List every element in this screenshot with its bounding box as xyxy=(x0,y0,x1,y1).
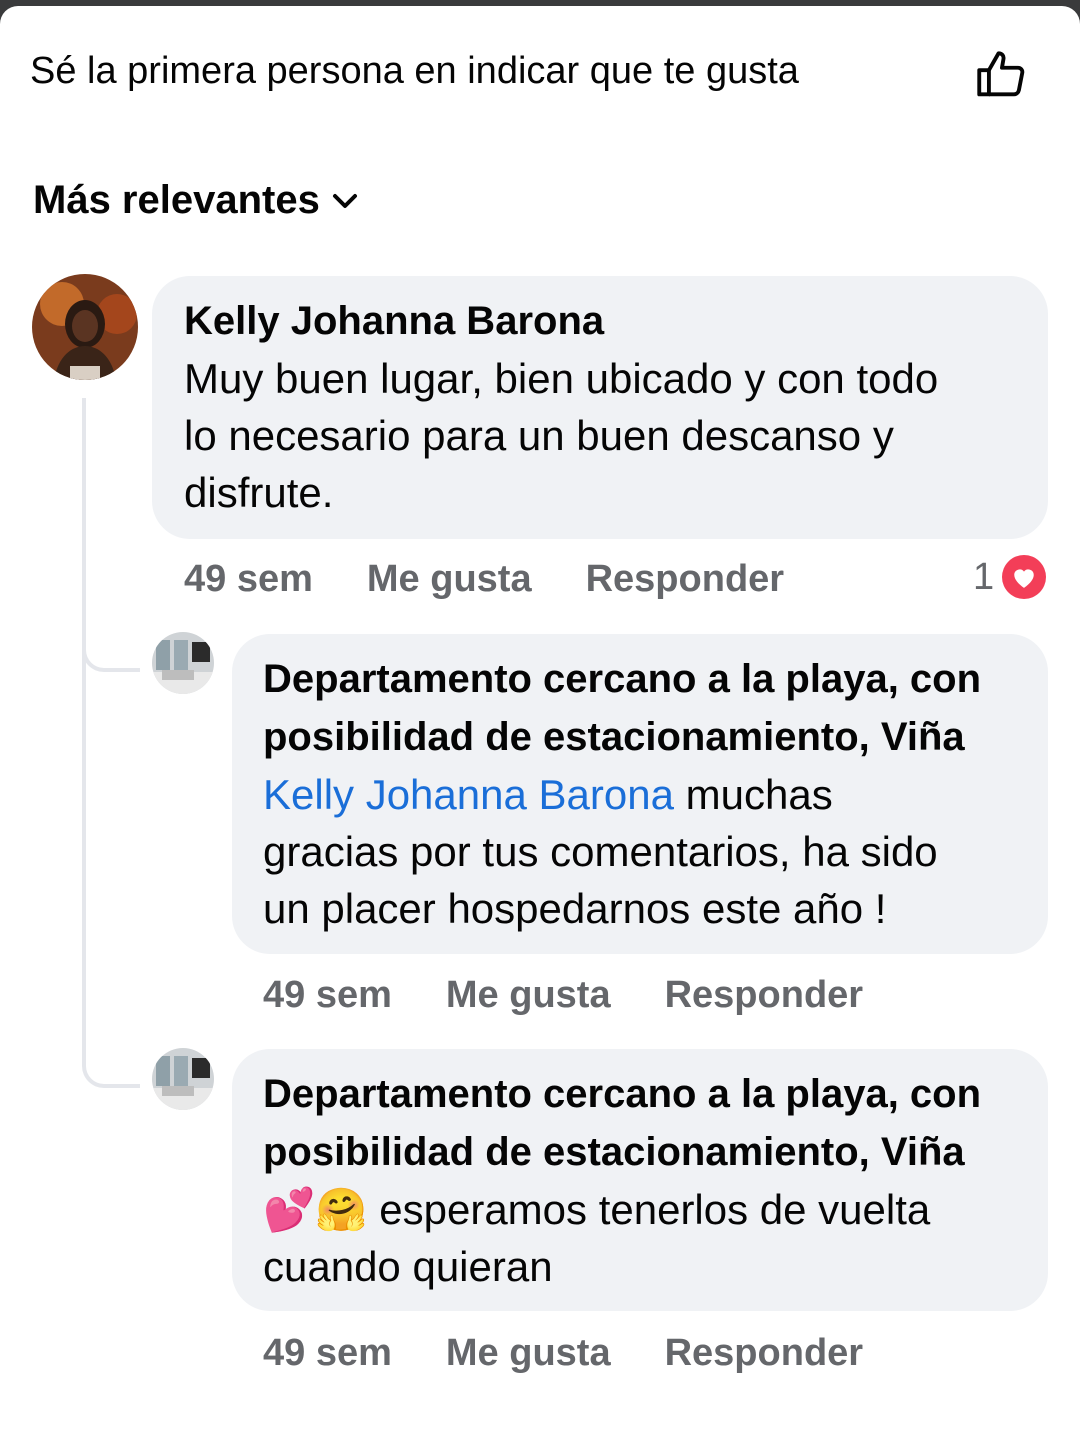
like-button[interactable]: Me gusta xyxy=(446,974,611,1017)
sort-label: Más relevantes xyxy=(33,178,320,222)
reply-button[interactable]: Responder xyxy=(665,974,863,1017)
likes-prompt[interactable]: Sé la primera persona en indicar que te … xyxy=(30,50,799,93)
reply-author[interactable]: posibilidad de estacionamiento, Viña xyxy=(263,1123,981,1181)
comment-text: Muy buen lugar, bien ubicado y con todo xyxy=(184,355,939,402)
reply-time[interactable]: 49 sem xyxy=(263,1332,392,1375)
comment-bubble: Kelly Johanna Barona Muy buen lugar, bie… xyxy=(152,276,1048,539)
reply-text: gracias por tus comentarios, ha sido xyxy=(263,828,938,875)
reply-author[interactable]: posibilidad de estacionamiento, Viña xyxy=(263,708,981,766)
reply-text: 💕🤗 esperamos tenerlos de vuelta xyxy=(263,1181,981,1238)
reply-button[interactable]: Responder xyxy=(665,1332,863,1375)
comment-time[interactable]: 49 sem xyxy=(184,558,313,601)
sort-dropdown[interactable]: Más relevantes xyxy=(33,178,358,223)
thumbs-up-icon[interactable] xyxy=(972,46,1030,104)
reply-button[interactable]: Responder xyxy=(586,558,784,601)
reply-time[interactable]: 49 sem xyxy=(263,974,392,1017)
chevron-down-icon xyxy=(332,193,357,208)
comments-sheet: Sé la primera persona en indicar que te … xyxy=(0,6,1080,1454)
reaction-count: 1 xyxy=(973,555,995,598)
avatar[interactable] xyxy=(152,632,214,694)
reply-text-segment: esperamos tenerlos de vuelta xyxy=(379,1186,931,1233)
comment-text: lo necesario para un buen descanso y xyxy=(184,412,894,459)
emoji-hearts-hug: 💕🤗 xyxy=(263,1186,368,1233)
avatar[interactable] xyxy=(32,274,138,380)
like-button[interactable]: Me gusta xyxy=(446,1332,611,1375)
reply-text: un placer hospedarnos este año ! xyxy=(263,885,887,932)
comment-author[interactable]: Kelly Johanna Barona xyxy=(184,292,938,350)
comment-actions: 49 sem Me gusta Responder xyxy=(184,558,838,601)
thread-connector xyxy=(82,646,140,1088)
comment-text: disfrute. xyxy=(184,469,334,516)
heart-reaction-icon xyxy=(1002,555,1047,599)
reply-bubble: Departamento cercano a la playa, con pos… xyxy=(232,634,1048,954)
reply-author[interactable]: Departamento cercano a la playa, con xyxy=(263,1065,981,1123)
reply-actions: 49 sem Me gusta Responder xyxy=(263,1332,917,1375)
reply-actions: 49 sem Me gusta Responder xyxy=(263,974,917,1017)
reply-text: Kelly Johanna Barona muchas xyxy=(263,766,981,823)
reply-text-segment: muchas xyxy=(673,771,833,818)
mention-link[interactable]: Kelly Johanna Barona xyxy=(263,771,674,818)
thread-connector xyxy=(82,398,140,672)
like-button[interactable]: Me gusta xyxy=(367,558,532,601)
reply-author[interactable]: Departamento cercano a la playa, con xyxy=(263,650,981,708)
reaction-summary[interactable]: 1 xyxy=(973,555,1047,599)
reply-bubble: Departamento cercano a la playa, con pos… xyxy=(232,1049,1048,1311)
reply-text: cuando quieran xyxy=(263,1243,553,1290)
avatar[interactable] xyxy=(152,1048,214,1110)
